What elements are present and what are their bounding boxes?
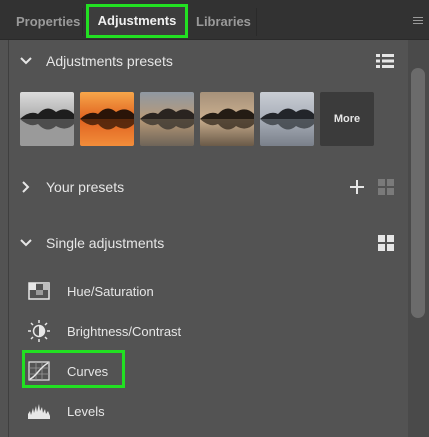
add-preset-icon[interactable] bbox=[350, 180, 364, 194]
scrollbar-thumb[interactable] bbox=[411, 68, 425, 318]
panel-tab-bar: Properties Adjustments Libraries bbox=[0, 0, 429, 40]
section-title: Adjustments presets bbox=[46, 53, 173, 69]
tab-divider bbox=[82, 8, 83, 36]
chevron-right-icon[interactable] bbox=[16, 177, 36, 197]
chevron-down-icon[interactable] bbox=[16, 233, 36, 253]
preset-thumbnail-warm[interactable] bbox=[140, 92, 194, 146]
adjustment-brightness-contrast[interactable]: Brightness/Contrast bbox=[28, 316, 181, 346]
grid-view-icon[interactable] bbox=[378, 230, 394, 256]
levels-icon bbox=[28, 400, 50, 422]
section-adjustments-presets[interactable]: Adjustments presets bbox=[8, 48, 406, 74]
tab-properties[interactable]: Properties bbox=[16, 8, 80, 36]
preset-thumbnails: More bbox=[20, 92, 374, 146]
preset-thumbnail-orange[interactable] bbox=[80, 92, 134, 146]
brightness-contrast-icon bbox=[28, 320, 50, 342]
preset-thumbnail-cool[interactable] bbox=[260, 92, 314, 146]
more-presets-button[interactable]: More bbox=[320, 92, 374, 146]
hue-saturation-icon bbox=[28, 280, 50, 302]
tab-adjustments[interactable]: Adjustments bbox=[86, 4, 188, 38]
section-title: Your presets bbox=[46, 179, 125, 195]
tab-divider bbox=[256, 8, 257, 36]
adjustment-hue-saturation[interactable]: Hue/Saturation bbox=[28, 276, 154, 306]
section-your-presets[interactable]: Your presets bbox=[8, 174, 406, 200]
section-title: Single adjustments bbox=[46, 235, 165, 251]
list-view-icon[interactable] bbox=[376, 48, 394, 74]
adjustment-label: Brightness/Contrast bbox=[67, 323, 182, 339]
grid-view-icon[interactable] bbox=[378, 179, 394, 195]
adjustment-label: Levels bbox=[67, 403, 105, 419]
your-presets-actions bbox=[350, 174, 394, 200]
preset-thumbnail-bw[interactable] bbox=[20, 92, 74, 146]
curves-highlight-box bbox=[22, 350, 125, 388]
tab-libraries[interactable]: Libraries bbox=[196, 8, 251, 36]
panel-menu-icon[interactable] bbox=[413, 17, 423, 25]
adjustment-label: Hue/Saturation bbox=[67, 283, 154, 299]
chevron-down-icon[interactable] bbox=[16, 51, 36, 71]
adjustment-levels[interactable]: Levels bbox=[28, 396, 105, 426]
preset-thumbnail-sepia[interactable] bbox=[200, 92, 254, 146]
section-single-adjustments[interactable]: Single adjustments bbox=[8, 230, 406, 256]
